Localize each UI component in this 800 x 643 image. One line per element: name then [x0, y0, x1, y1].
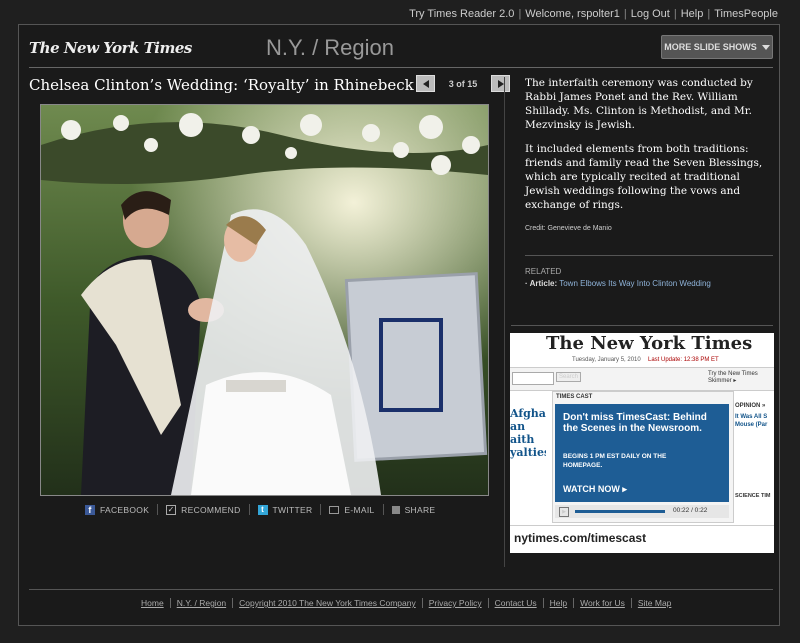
slideshow-frame: The New York Times N.Y. / Region MORE SL… [18, 24, 780, 626]
more-slide-shows-label: MORE SLIDE SHOWS [664, 42, 757, 52]
slide-caption: The interfaith ceremony was conducted by… [525, 76, 775, 236]
timescast-ad[interactable]: The New York Times Tuesday, January 5, 2… [510, 333, 774, 553]
arrow-left-icon [422, 79, 429, 88]
checkbox-icon: ✓ [166, 504, 177, 515]
ad-search-button: Search [556, 372, 582, 382]
footer-copyright-link[interactable]: Copyright 2010 The New York Times Compan… [239, 598, 416, 608]
ad-date: Tuesday, January 5, 2010 [572, 357, 641, 363]
facebook-label: FACEBOOK [100, 504, 150, 515]
related-article-link[interactable]: Town Elbows Its Way Into Clinton Wedding [559, 279, 711, 288]
footer-work-link[interactable]: Work for Us [580, 598, 625, 608]
footer-separator [487, 598, 489, 608]
ad-opinion-item: It Was All S Mouse (Par [735, 414, 768, 428]
footer-separator [421, 598, 423, 608]
ad-updated: Last Update: 12:38 PM ET [648, 357, 719, 363]
recommend-button[interactable]: ✓ RECOMMEND [166, 504, 241, 515]
footer-help-link[interactable]: Help [550, 598, 567, 608]
log-out-link[interactable]: Log Out [631, 8, 670, 20]
caption-paragraph: It included elements from both tradition… [525, 143, 763, 211]
top-nav: Try Times Reader 2.0 | Welcome, rspolter… [409, 8, 778, 20]
email-button[interactable]: E-MAIL [329, 505, 374, 515]
related-heading: RELATED [525, 267, 562, 276]
related-article: · Article: Town Elbows Its Way Into Clin… [525, 279, 711, 288]
ad-video-panel: Don't miss TimesCast: Behind the Scenes … [555, 404, 729, 502]
ad-left-headline: Afghan an aith yalties [510, 407, 546, 459]
footer-separator [573, 598, 575, 608]
footer-contact-link[interactable]: Contact Us [495, 598, 537, 608]
column-divider [504, 77, 505, 567]
slide-photo[interactable] [40, 104, 489, 496]
ad-section-label: TIMES CAST [556, 394, 593, 400]
twitter-label: TWITTER [272, 504, 313, 515]
facebook-button[interactable]: f FACEBOOK [85, 504, 150, 515]
footer-links: Home N.Y. / Region Copyright 2010 The Ne… [141, 598, 671, 608]
email-label: E-MAIL [344, 504, 375, 515]
footer-divider [29, 589, 773, 590]
section-title: N.Y. / Region [266, 35, 395, 60]
divider [525, 255, 773, 256]
welcome-user-link[interactable]: Welcome, rspolter1 [525, 8, 620, 20]
share-label: SHARE [404, 504, 436, 515]
slideshow-header: The New York Times N.Y. / Region MORE SL… [29, 33, 773, 68]
ad-watch-now: WATCH NOW ▸ [563, 484, 627, 494]
chevron-down-icon [761, 44, 770, 50]
share-separator [248, 504, 250, 515]
play-icon: ▶ [559, 507, 569, 517]
ad-masthead: The New York Times [546, 333, 753, 354]
share-button[interactable]: SHARE [391, 504, 436, 515]
ad-schedule: BEGINS 1 PM EST DAILY ON THE HOMEPAGE. [563, 453, 667, 469]
progress-bar [575, 510, 665, 513]
ad-science: SCIENCE TIM [735, 493, 771, 499]
nyt-logo[interactable]: The New York Times [29, 39, 192, 57]
try-times-reader-link[interactable]: Try Times Reader 2.0 [409, 8, 514, 20]
ad-search-strip: Search Try the New Times Skimmer ▸ [510, 367, 774, 391]
footer-region-link[interactable]: N.Y. / Region [177, 598, 226, 608]
slide-pager: 3 of 15 [416, 75, 510, 92]
footer-separator [630, 598, 632, 608]
timespeople-link[interactable]: TimesPeople [714, 8, 778, 20]
footer-separator [169, 598, 171, 608]
photo-credit: Credit: Genevieve de Manio [525, 225, 612, 232]
share-separator [382, 504, 384, 515]
ad-url: nytimes.com/timescast [514, 531, 647, 545]
footer-sitemap-link[interactable]: Site Map [638, 598, 672, 608]
nav-separator: | [518, 8, 522, 20]
nav-separator: | [673, 8, 677, 20]
ad-search-input [512, 372, 554, 385]
facebook-icon: f [85, 504, 95, 515]
share-separator [320, 504, 322, 515]
footer-separator [542, 598, 544, 608]
previous-slide-button[interactable] [416, 75, 435, 92]
wedding-photo-illustration [41, 105, 488, 495]
arrow-right-icon [497, 79, 504, 88]
nav-separator: | [707, 8, 711, 20]
more-slide-shows-button[interactable]: MORE SLIDE SHOWS [661, 35, 773, 59]
help-link[interactable]: Help [681, 8, 704, 20]
share-separator [157, 504, 159, 515]
share-bar: f FACEBOOK ✓ RECOMMEND t TWITTER E-MAIL … [85, 504, 435, 515]
slide-counter: 3 of 15 [448, 78, 478, 89]
ad-divider [510, 525, 774, 526]
next-slide-button[interactable] [491, 75, 510, 92]
footer-separator [232, 598, 234, 608]
ad-headline: Don't miss TimesCast: Behind the Scenes … [563, 412, 707, 434]
nav-separator: | [623, 8, 627, 20]
ad-player-controls: ▶ 00:22 / 0:22 [555, 505, 729, 518]
related-prefix: · Article: [525, 279, 558, 288]
ad-skimmer: Try the New Times Skimmer ▸ [708, 371, 758, 384]
ad-opinion: OPINION » [735, 403, 766, 409]
footer-home-link[interactable]: Home [141, 598, 164, 608]
recommend-label: RECOMMEND [181, 504, 241, 515]
twitter-icon: t [257, 504, 268, 515]
caption-paragraph: The interfaith ceremony was conducted by… [525, 77, 753, 131]
ad-player: TIMES CAST Don't miss TimesCast: Behind … [552, 391, 734, 523]
divider [511, 325, 773, 326]
twitter-button[interactable]: t TWITTER [257, 504, 313, 515]
share-icon [391, 505, 400, 514]
slide-title: Chelsea Clinton’s Wedding: ‘Royalty’ in … [29, 76, 414, 94]
ad-time: 00:22 / 0:22 [673, 507, 708, 514]
email-icon [329, 505, 340, 514]
footer-privacy-link[interactable]: Privacy Policy [429, 598, 482, 608]
